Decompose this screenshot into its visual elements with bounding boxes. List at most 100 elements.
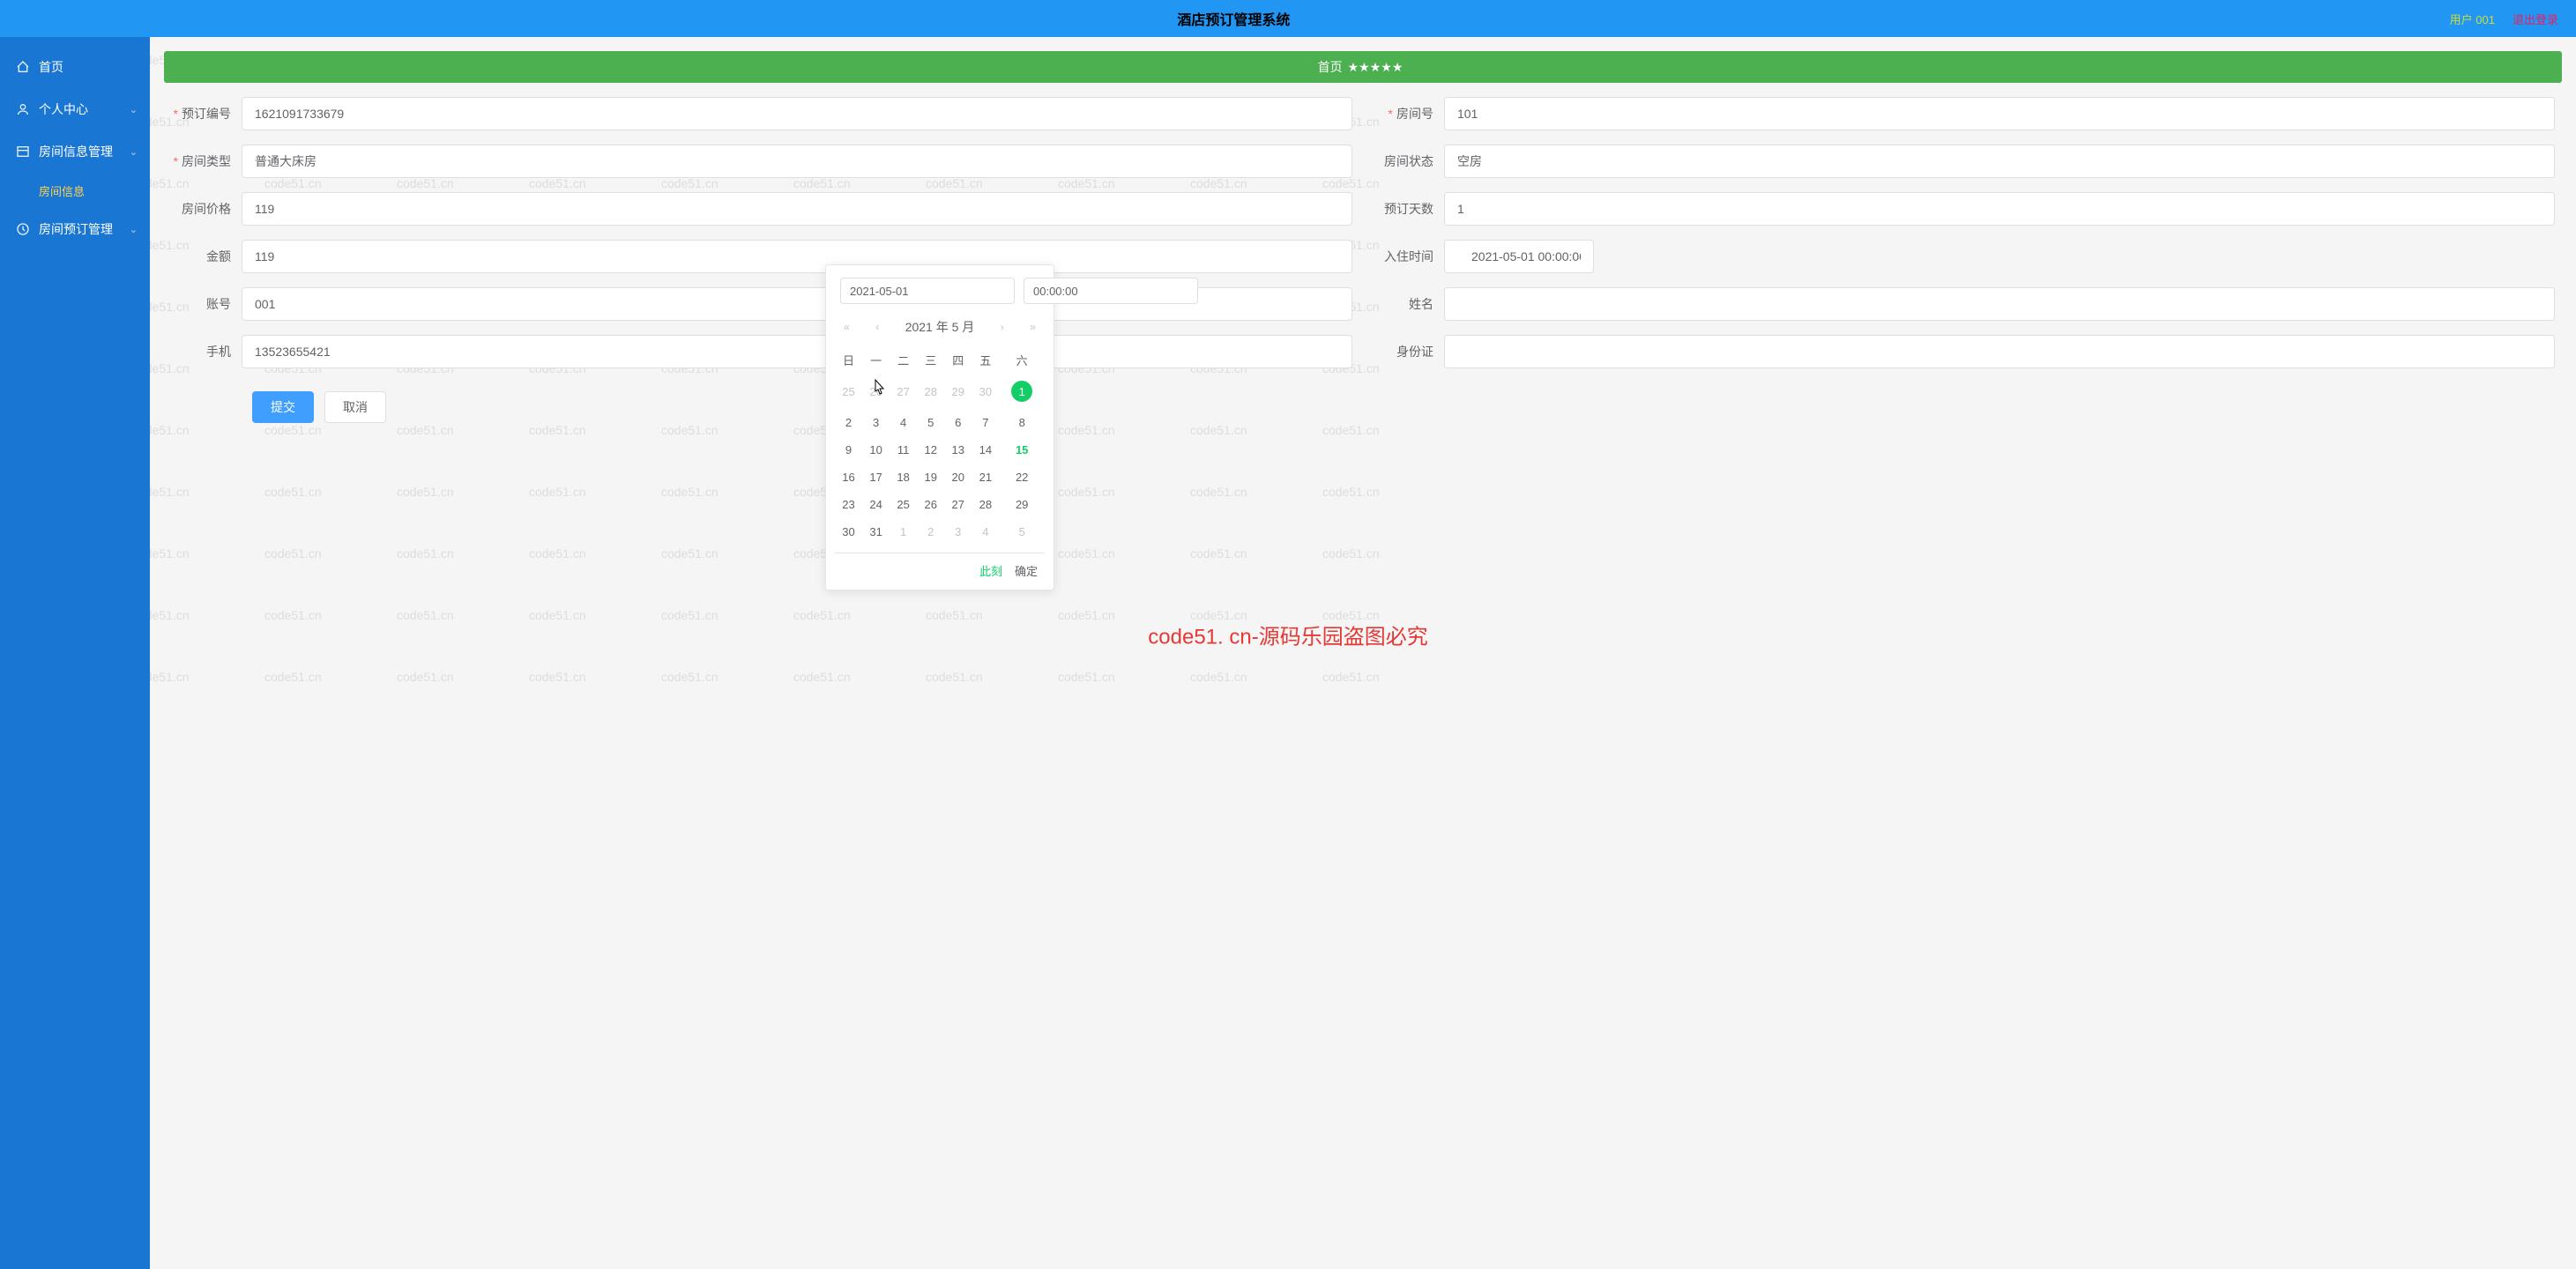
phone-input[interactable] — [242, 335, 1352, 368]
next-month-icon[interactable]: › — [1001, 321, 1004, 333]
sidebar-item-room-mgmt[interactable]: 房间信息管理 ⌄ — [0, 130, 150, 173]
calendar-day[interactable]: 10 — [862, 436, 890, 464]
room-status-input[interactable] — [1444, 145, 2555, 178]
star-icon: ★★★★★ — [1348, 60, 1403, 75]
name-input[interactable] — [1444, 287, 2555, 321]
calendar-day[interactable]: 4 — [890, 409, 917, 436]
calendar-day[interactable]: 29 — [944, 374, 972, 409]
label-booking-days: 预订天数 — [1384, 202, 1433, 216]
weekday-header: 日 — [835, 346, 862, 374]
calendar-day[interactable]: 25 — [835, 374, 862, 409]
datepicker-title: 2021 年 5 月 — [905, 318, 975, 336]
calendar-day[interactable]: 27 — [890, 374, 917, 409]
booking-days-input[interactable] — [1444, 192, 2555, 226]
calendar-day[interactable]: 1 — [999, 374, 1045, 409]
calendar-day[interactable]: 8 — [999, 409, 1045, 436]
idcard-input[interactable] — [1444, 335, 2555, 368]
submit-button[interactable]: 提交 — [252, 391, 314, 423]
calendar-day[interactable]: 20 — [944, 464, 972, 491]
calendar-day[interactable]: 26 — [917, 491, 944, 518]
sidebar-item-booking-mgmt[interactable]: 房间预订管理 ⌄ — [0, 208, 150, 250]
label-room-status: 房间状态 — [1384, 154, 1433, 168]
calendar-day[interactable]: 11 — [890, 436, 917, 464]
booking-no-input[interactable] — [242, 97, 1352, 130]
sidebar-item-label: 房间预订管理 — [39, 220, 113, 238]
main-content: 首页 ★★★★★ *预订编号 *房间号 *房间类型 房间状态 房间价格 预订天数… — [150, 37, 2576, 1269]
calendar-day[interactable]: 1 — [890, 518, 917, 545]
calendar-day[interactable]: 17 — [862, 464, 890, 491]
calendar-day[interactable]: 29 — [999, 491, 1045, 518]
datepicker-now-button[interactable]: 此刻 — [979, 562, 1002, 579]
label-room-no: 房间号 — [1396, 107, 1433, 121]
chevron-down-icon: ⌄ — [130, 104, 138, 115]
calendar-day[interactable]: 22 — [999, 464, 1045, 491]
header: 酒店预订管理系统 用户 001 退出登录 — [0, 0, 2576, 37]
breadcrumb: 首页 ★★★★★ — [164, 51, 2562, 83]
datepicker-popup: « ‹ 2021 年 5 月 › » 日一二三四五六 2526272829301… — [825, 264, 1054, 590]
clock-icon — [16, 222, 30, 236]
calendar-day[interactable]: 3 — [862, 409, 890, 436]
weekday-header: 五 — [972, 346, 999, 374]
weekday-header: 一 — [862, 346, 890, 374]
datepicker-ok-button[interactable]: 确定 — [1015, 562, 1038, 579]
calendar-day[interactable]: 4 — [972, 518, 999, 545]
sidebar-item-label: 首页 — [39, 58, 63, 76]
calendar-day[interactable]: 5 — [999, 518, 1045, 545]
logout-link[interactable]: 退出登录 — [2513, 11, 2558, 27]
calendar-day[interactable]: 13 — [944, 436, 972, 464]
calendar-day[interactable]: 3 — [944, 518, 972, 545]
label-room-type: 房间类型 — [182, 154, 231, 168]
form: *预订编号 *房间号 *房间类型 房间状态 房间价格 预订天数 金额 入住时间 … — [164, 97, 2562, 423]
calendar-day[interactable]: 31 — [862, 518, 890, 545]
sidebar: 首页 个人中心 ⌄ 房间信息管理 ⌄ 房间信息 房间预订管理 ⌄ — [0, 37, 150, 1269]
room-price-input[interactable] — [242, 192, 1352, 226]
sidebar-item-home[interactable]: 首页 — [0, 46, 150, 88]
calendar-day[interactable]: 28 — [917, 374, 944, 409]
prev-year-icon[interactable]: « — [844, 321, 850, 333]
calendar-day[interactable]: 27 — [944, 491, 972, 518]
next-year-icon[interactable]: » — [1030, 321, 1036, 333]
calendar-day[interactable]: 6 — [944, 409, 972, 436]
room-no-input[interactable] — [1444, 97, 2555, 130]
calendar-day[interactable]: 23 — [835, 491, 862, 518]
list-icon — [16, 145, 30, 159]
calendar-day[interactable]: 15 — [999, 436, 1045, 464]
calendar-day[interactable]: 30 — [972, 374, 999, 409]
cancel-button[interactable]: 取消 — [324, 391, 386, 423]
calendar-day[interactable]: 24 — [862, 491, 890, 518]
calendar-day[interactable]: 7 — [972, 409, 999, 436]
home-icon — [16, 60, 30, 74]
label-amount: 金额 — [206, 249, 231, 263]
calendar-day[interactable]: 2 — [917, 518, 944, 545]
calendar-day[interactable]: 21 — [972, 464, 999, 491]
calendar-day[interactable]: 14 — [972, 436, 999, 464]
label-booking-no: 预订编号 — [182, 107, 231, 121]
chevron-down-icon: ⌄ — [130, 224, 138, 235]
prev-month-icon[interactable]: ‹ — [875, 321, 879, 333]
calendar-day[interactable]: 28 — [972, 491, 999, 518]
user-icon — [16, 102, 30, 116]
sidebar-sub-room-info[interactable]: 房间信息 — [0, 173, 150, 208]
calendar-day[interactable]: 16 — [835, 464, 862, 491]
header-user[interactable]: 用户 001 — [2450, 11, 2495, 27]
room-type-input[interactable] — [242, 145, 1352, 178]
datepicker-time-input[interactable] — [1024, 278, 1198, 304]
calendar-day[interactable]: 2 — [835, 409, 862, 436]
calendar-day[interactable]: 25 — [890, 491, 917, 518]
label-phone: 手机 — [206, 345, 231, 359]
calendar-day[interactable]: 12 — [917, 436, 944, 464]
label-name: 姓名 — [1409, 297, 1433, 311]
datepicker-calendar: 日一二三四五六 25262728293012345678910111213141… — [835, 346, 1045, 545]
calendar-day[interactable]: 9 — [835, 436, 862, 464]
calendar-day[interactable]: 18 — [890, 464, 917, 491]
calendar-day[interactable]: 5 — [917, 409, 944, 436]
amount-input[interactable] — [242, 240, 1352, 273]
calendar-day[interactable]: 30 — [835, 518, 862, 545]
datepicker-date-input[interactable] — [840, 278, 1015, 304]
calendar-day[interactable]: 19 — [917, 464, 944, 491]
sidebar-item-personal[interactable]: 个人中心 ⌄ — [0, 88, 150, 130]
checkin-time-input[interactable] — [1444, 240, 1594, 273]
sidebar-item-label: 个人中心 — [39, 100, 88, 118]
breadcrumb-home[interactable]: 首页 — [1318, 58, 1343, 76]
calendar-day[interactable]: 26 — [862, 374, 890, 409]
